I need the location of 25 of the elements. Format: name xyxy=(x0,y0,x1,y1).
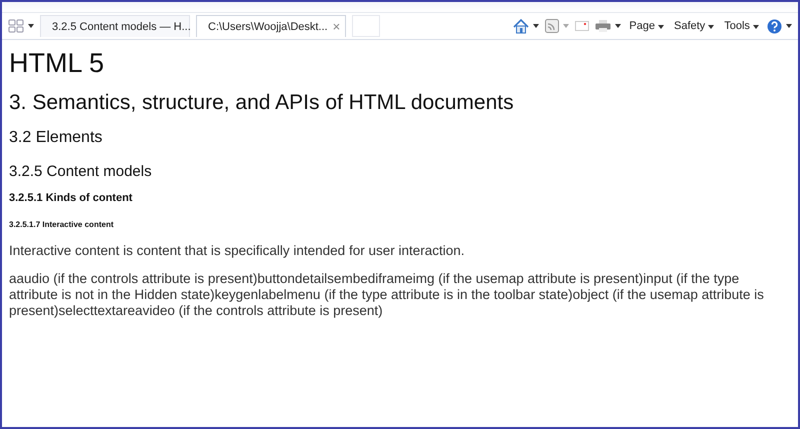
browser-tab[interactable]: 3.2.5 Content models — H... xyxy=(40,15,190,37)
caret-icon[interactable] xyxy=(533,24,540,28)
section-heading: 3.2.5 Content models xyxy=(9,163,153,180)
mail-icon[interactable] xyxy=(575,21,590,31)
toolbar-menu[interactable]: Safety xyxy=(672,20,716,32)
caret-icon xyxy=(753,25,759,29)
caret-icon xyxy=(708,25,714,29)
section-heading: 3.2.5.1 Kinds of content xyxy=(9,192,134,204)
feed-icon[interactable] xyxy=(545,19,560,33)
paragraph: aaudio (if the controls attribute is present)buttondetailsembediframeimg (if the usemap attribute is present)input (if the type attribute is not in the Hidden state)keygenlabelmenu (if the type attribute is in the toolbar state)object (if the usemap attribute is present)selecttextareavideo (if the controls attribute is present) xyxy=(9,271,765,319)
caret-icon[interactable] xyxy=(615,24,622,28)
toolbar-menu[interactable]: Tools xyxy=(722,20,761,32)
browser-tab[interactable]: C:\Users\Woojja\Deskt... × xyxy=(196,15,346,37)
section-heading: 3.2.5.1.7 Interactive content xyxy=(9,220,114,229)
home-icon[interactable] xyxy=(513,18,530,34)
help-icon[interactable] xyxy=(767,18,782,34)
paragraph: Interactive content is content that is specifically intended for user interaction. xyxy=(9,243,466,259)
caret-icon xyxy=(658,25,664,29)
section-heading: 3. Semantics, structure, and APIs of HTML documents xyxy=(9,91,515,115)
close-tab-button[interactable]: × xyxy=(332,19,340,34)
toolbar-menu[interactable]: Page xyxy=(627,20,666,32)
caret-icon[interactable] xyxy=(28,24,34,28)
caret-icon[interactable] xyxy=(786,24,792,28)
page-heading: HTML 5 xyxy=(9,48,106,79)
section-heading: 3.2 Elements xyxy=(9,129,104,147)
